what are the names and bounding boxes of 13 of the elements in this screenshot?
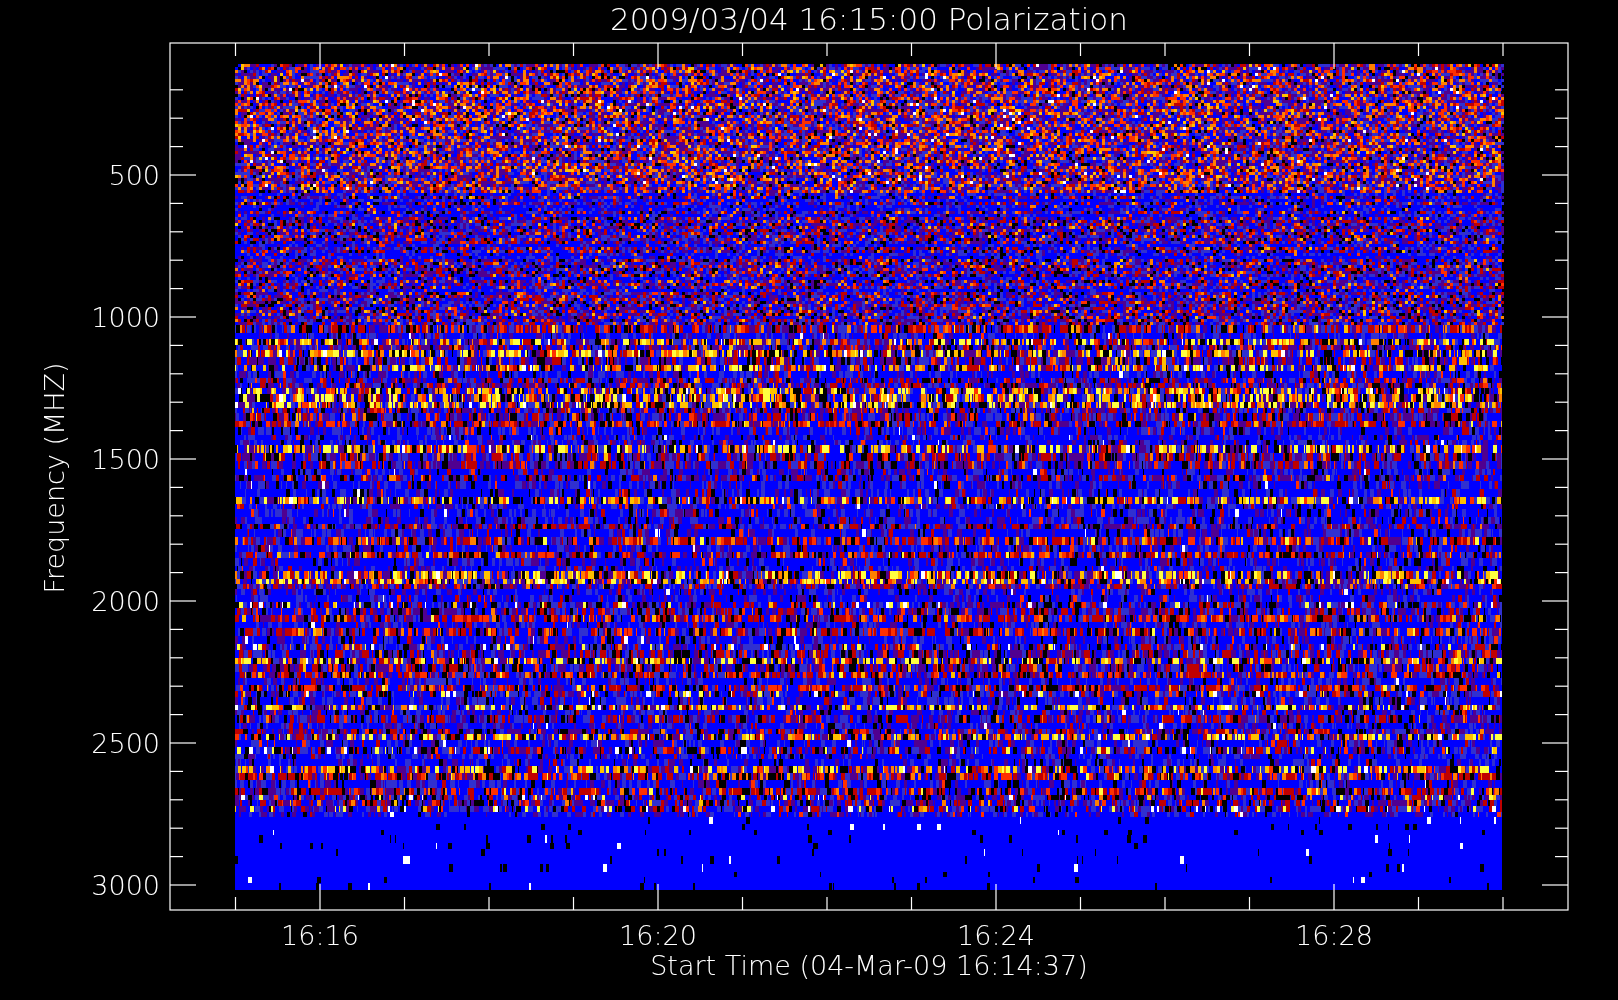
chart-title: 2009/03/04 16:15:00 Polarization <box>610 1 1128 37</box>
y-tick-label: 3000 <box>91 870 160 901</box>
y-tick-label: 1000 <box>91 302 160 333</box>
x-tick-label: 16:24 <box>957 920 1035 951</box>
y-tick-label: 2000 <box>91 586 160 617</box>
x-tick-label: 16:20 <box>619 920 697 951</box>
x-tick-label: 16:28 <box>1295 920 1373 951</box>
x-axis-label: Start Time (04-Mar-09 16:14:37) <box>650 950 1088 981</box>
y-tick-label: 1500 <box>91 444 160 475</box>
y-tick-label: 2500 <box>91 728 160 759</box>
y-axis-label: Frequency (MHZ) <box>39 362 70 594</box>
y-tick-label: 500 <box>108 160 160 191</box>
x-tick-label: 16:16 <box>281 920 359 951</box>
